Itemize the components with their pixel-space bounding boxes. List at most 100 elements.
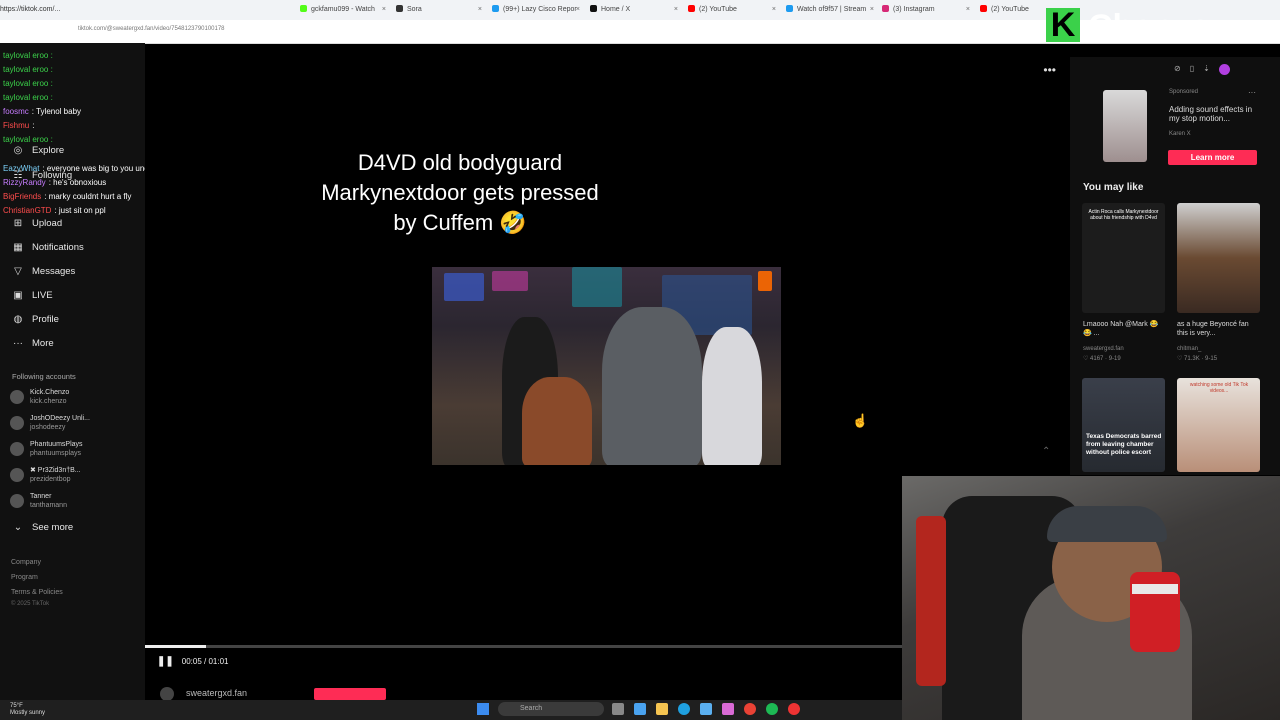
chat-username[interactable]: tayloval eroo : [3, 135, 53, 144]
chat-username[interactable]: Fishmu [3, 121, 29, 130]
weather-widget[interactable]: 75°F Mostly sunny [10, 703, 45, 717]
chat-username[interactable]: tayloval eroo : [3, 93, 53, 102]
recommended-caption[interactable]: as a huge Beyoncé fan this is very... [1177, 320, 1261, 338]
author-avatar[interactable] [160, 687, 174, 701]
account-name: JoshODeezy Unli... [30, 415, 90, 422]
instagram-icon [882, 5, 889, 12]
learn-more-button[interactable]: Learn more [1168, 150, 1257, 165]
chat-message: foosmc: Tylenol baby [3, 106, 81, 118]
task-view-icon[interactable] [612, 703, 624, 715]
chat-text: : marky couldnt hurt a fly [44, 192, 132, 201]
tab-x-1[interactable]: (99+) Lazy Cisco Repor × [492, 3, 582, 17]
more-icon: ··· [13, 338, 23, 349]
more-options-icon[interactable]: ••• [1043, 63, 1056, 77]
following-account[interactable]: JoshODeezy Unli... joshodeezy [10, 414, 90, 432]
device-icon[interactable]: ▯ [1190, 64, 1194, 75]
recommended-thumbnail[interactable]: Texas Democrats barred from leaving cham… [1082, 378, 1165, 472]
video-frame[interactable] [432, 267, 781, 465]
chat-text: : [32, 121, 35, 130]
recommended-thumbnail[interactable] [1177, 203, 1260, 313]
close-icon[interactable]: × [576, 3, 580, 17]
tab-youtube-2[interactable]: (2) YouTube [980, 3, 1040, 17]
sponsored-text[interactable]: Adding sound effects in my stop motion..… [1169, 105, 1259, 123]
author-name[interactable]: sweatergxd.fan [186, 688, 247, 698]
tab-instagram[interactable]: (3) Instagram × [882, 3, 972, 17]
avatar [10, 416, 24, 430]
download-icon[interactable]: ⇣ [1203, 64, 1210, 75]
tab-watch[interactable]: Watch of9f57 | Stream × [786, 3, 876, 17]
sidebar-item-notifications[interactable]: ▦ Notifications [12, 242, 83, 253]
sidebar-item-label: Explore [32, 145, 65, 156]
profile-avatar[interactable] [1218, 64, 1230, 75]
tab-sora[interactable]: Sora × [396, 3, 484, 17]
weather-temp: 75°F [10, 703, 23, 709]
following-account[interactable]: Kick.Chenzo kick.chenzo [10, 388, 69, 406]
recommended-caption[interactable]: Lmaooo Nah @Mark 😂😂 ... [1083, 320, 1165, 338]
recommended-author[interactable]: sweatergxd.fan [1083, 346, 1124, 352]
sidebar-item-label: Messages [32, 266, 76, 277]
tab-kick[interactable]: gckfamu099 - Watch × [300, 3, 388, 17]
chat-username[interactable]: tayloval eroo : [3, 79, 53, 88]
close-icon[interactable]: × [966, 3, 970, 17]
sidebar-item-label: LIVE [32, 290, 53, 301]
video-progress-bar[interactable] [145, 645, 902, 648]
pause-icon[interactable]: ❚❚ [157, 656, 174, 667]
sidebar-item-profile[interactable]: ◍ Profile [12, 314, 59, 325]
widgets-icon[interactable] [634, 703, 646, 715]
following-heading: Following accounts [12, 372, 76, 381]
chat-username[interactable]: tayloval eroo : [3, 65, 53, 74]
chat-message: Fishmu: [3, 120, 34, 132]
spotify-icon[interactable] [766, 703, 778, 715]
upload-icon: ⊞ [13, 218, 23, 229]
close-icon[interactable]: × [478, 3, 482, 17]
sidebar-item-upload[interactable]: ⊞ Upload [12, 218, 62, 229]
footer-program[interactable]: Program [11, 574, 38, 581]
chrome-icon[interactable] [744, 703, 756, 715]
edge-icon[interactable] [678, 703, 690, 715]
file-explorer-icon[interactable] [656, 703, 668, 715]
following-account[interactable]: PhantuumsPlays phantuumsplays [10, 440, 83, 458]
close-icon[interactable]: × [382, 3, 386, 17]
recommended-author[interactable]: chitman_ [1177, 346, 1201, 352]
compass-icon[interactable]: ⊘ [1174, 64, 1181, 75]
windows-start-icon[interactable] [477, 703, 489, 715]
chat-username[interactable]: foosmc [3, 107, 29, 116]
more-options-icon[interactable]: ··· [1248, 88, 1256, 97]
chat-username[interactable]: ChristianGTD [3, 206, 51, 215]
obs-icon[interactable] [788, 703, 800, 715]
footer-company[interactable]: Company [11, 559, 41, 566]
users-icon: ☷ [13, 170, 23, 181]
tab-youtube[interactable]: (2) YouTube × [688, 3, 778, 17]
recommended-thumbnail[interactable]: watching some old Tik Tok videos... [1177, 378, 1260, 472]
video-title-overlay: D4VD old bodyguard Markynextdoor gets pr… [321, 150, 599, 235]
account-text: PhantuumsPlays phantuumsplays [30, 440, 83, 458]
person-silhouette [702, 327, 762, 465]
taskbar-search[interactable]: Search [498, 702, 604, 716]
tab-x-home[interactable]: Home / X × [590, 3, 680, 17]
sidebar-item-messages[interactable]: ▽ Messages [12, 266, 75, 277]
close-icon[interactable]: × [870, 3, 874, 17]
chat-text: : Tylenol baby [31, 107, 82, 116]
app-icon[interactable] [722, 703, 734, 715]
see-more-button[interactable]: ⌄ See more [12, 522, 73, 533]
avatar [10, 442, 24, 456]
chevron-up-icon[interactable]: ⌃ [1042, 446, 1050, 457]
footer-terms[interactable]: Terms & Policies [11, 589, 63, 596]
following-account[interactable]: Tanner tanthamann [10, 492, 67, 510]
sidebar-item-following[interactable]: ☷ Following [12, 170, 73, 181]
store-icon[interactable] [700, 703, 712, 715]
chat-username[interactable]: tayloval eroo : [3, 51, 53, 60]
top-icons: ⊘ ▯ ⇣ [1174, 64, 1230, 75]
account-text: Kick.Chenzo kick.chenzo [30, 388, 69, 406]
history-url-tab[interactable]: https://tiktok.com/... [0, 3, 290, 17]
sidebar-item-explore[interactable]: ◎ Explore [12, 145, 65, 156]
chat-username[interactable]: BigFriends [3, 192, 41, 201]
close-icon[interactable]: × [674, 3, 678, 17]
sponsored-thumbnail[interactable] [1103, 90, 1147, 162]
sidebar-item-live[interactable]: ▣ LIVE [12, 290, 53, 301]
sidebar-item-more[interactable]: ··· More [12, 338, 54, 349]
recommended-thumbnail[interactable]: Actin Roca calls Markynextdoor about his… [1082, 203, 1165, 313]
follow-button[interactable] [314, 688, 386, 700]
following-account[interactable]: ✖ Pr3Zid3n†B... prezidentbop [10, 466, 81, 484]
close-icon[interactable]: × [772, 3, 776, 17]
